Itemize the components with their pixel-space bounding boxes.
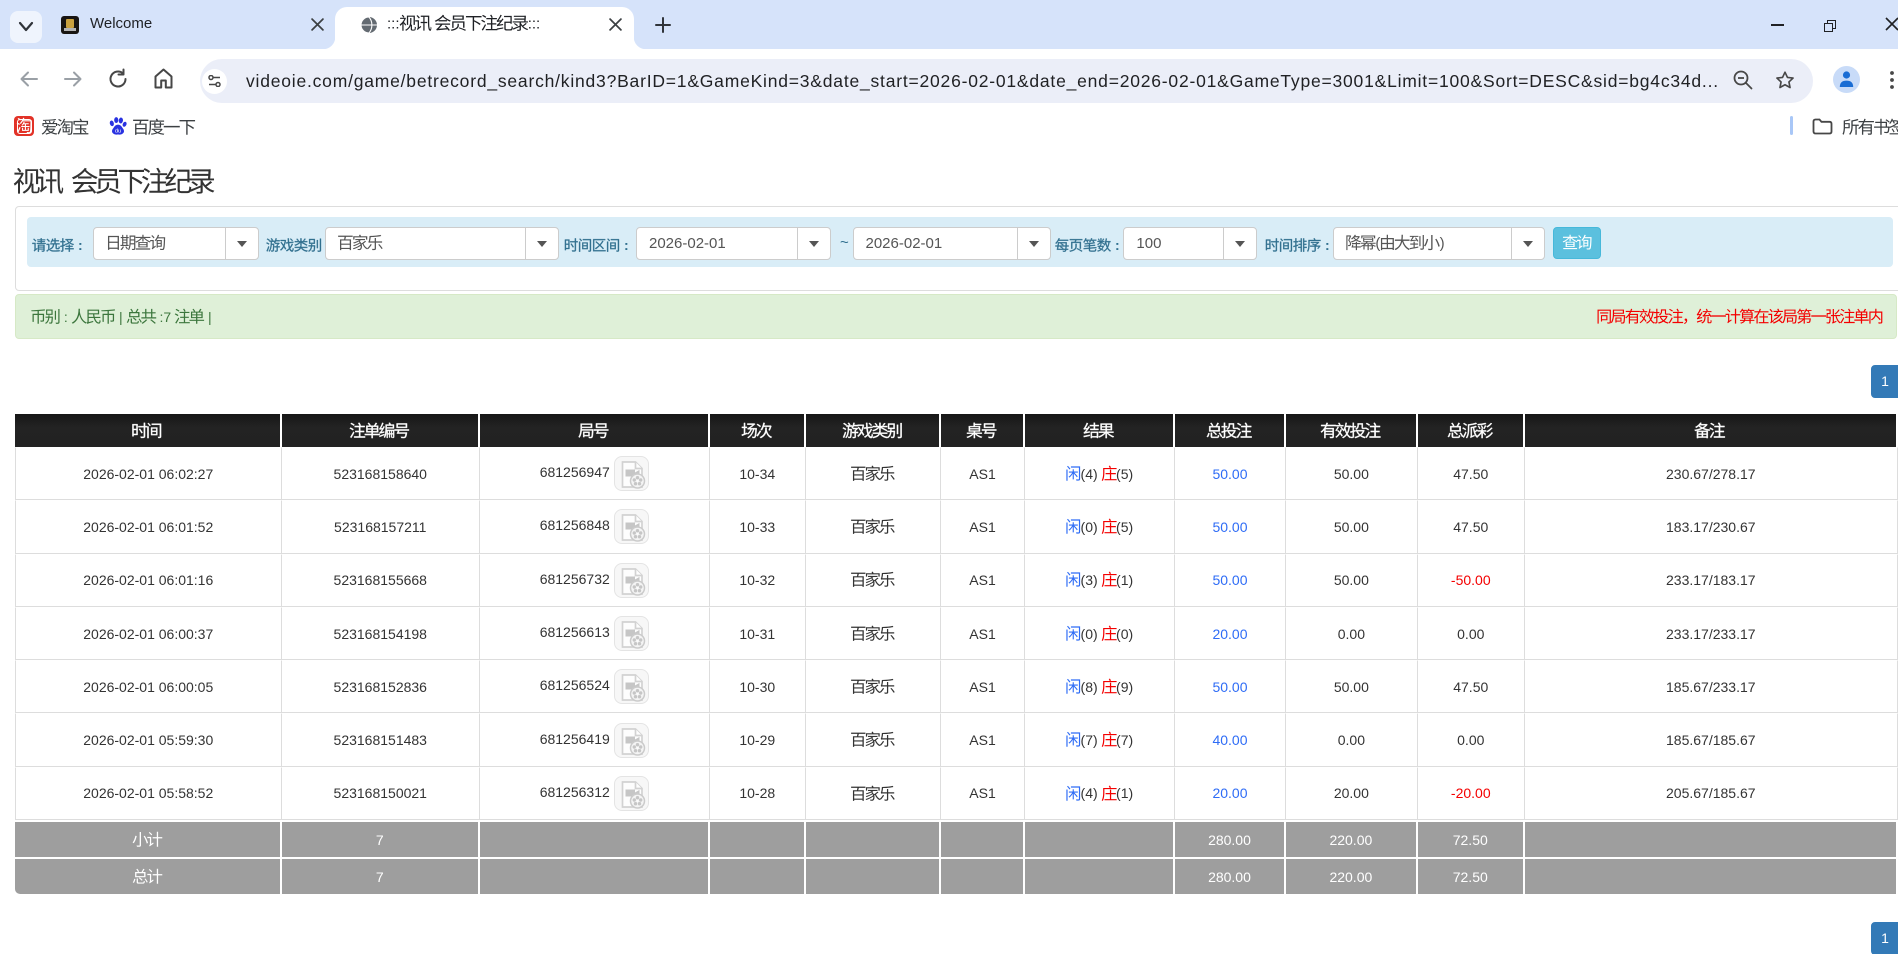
svg-text:du: du xyxy=(115,128,121,134)
